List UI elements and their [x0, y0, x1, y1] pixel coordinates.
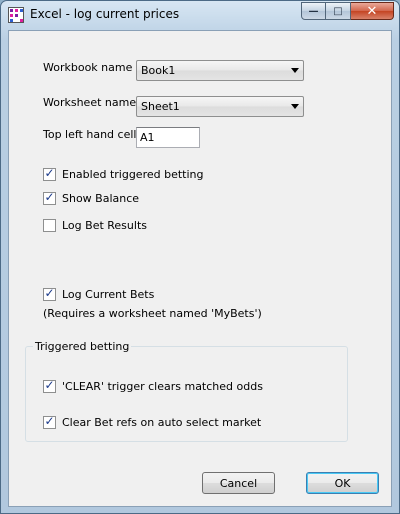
chevron-down-icon [291, 104, 299, 109]
show-balance-label[interactable]: Show Balance [62, 192, 139, 205]
check-icon: ✓ [44, 286, 55, 300]
enabled-triggered-label[interactable]: Enabled triggered betting [62, 168, 204, 181]
log-current-bets-label[interactable]: Log Current Bets [62, 288, 154, 301]
check-icon: ✓ [44, 190, 55, 204]
maximize-button[interactable]: □ [326, 2, 351, 20]
title-bar[interactable]: Excel - log current prices — □ ✕ [1, 1, 399, 29]
window-title: Excel - log current prices [30, 7, 180, 21]
triggered-betting-group-title: Triggered betting [33, 340, 132, 353]
close-button[interactable]: ✕ [351, 2, 394, 20]
cell-label: Top left hand cell [43, 128, 137, 141]
ok-button[interactable]: OK [306, 472, 379, 494]
clear-trigger-checkbox[interactable]: ✓ [43, 378, 56, 393]
maximize-icon: □ [333, 5, 343, 17]
close-icon: ✕ [366, 3, 378, 19]
window-controls: — □ ✕ [301, 2, 394, 20]
log-bet-results-checkbox[interactable] [43, 219, 56, 232]
cell-input[interactable]: A1 [136, 127, 200, 148]
worksheet-select[interactable]: Sheet1 [136, 96, 304, 117]
chevron-down-icon [291, 68, 299, 73]
worksheet-value: Sheet1 [141, 100, 180, 113]
clear-bet-refs-checkbox[interactable]: ✓ [43, 414, 56, 429]
worksheet-label: Worksheet name [43, 96, 137, 109]
cancel-button[interactable]: Cancel [202, 472, 275, 494]
enabled-triggered-checkbox[interactable]: ✓ [43, 166, 56, 181]
check-icon: ✓ [44, 378, 55, 392]
workbook-value: Book1 [141, 64, 176, 77]
log-current-bets-note: (Requires a worksheet named 'MyBets') [43, 307, 262, 320]
cancel-button-label: Cancel [219, 476, 258, 490]
log-bet-results-label[interactable]: Log Bet Results [62, 219, 147, 232]
minimize-button[interactable]: — [301, 2, 326, 20]
workbook-select[interactable]: Book1 [136, 60, 304, 81]
workbook-label: Workbook name [43, 61, 133, 74]
check-icon: ✓ [44, 166, 55, 180]
clear-trigger-label[interactable]: 'CLEAR' trigger clears matched odds [62, 380, 263, 393]
cell-value: A1 [140, 131, 155, 144]
clear-bet-refs-label[interactable]: Clear Bet refs on auto select market [62, 416, 261, 429]
show-balance-checkbox[interactable]: ✓ [43, 190, 56, 205]
log-current-bets-checkbox[interactable]: ✓ [43, 286, 56, 301]
app-icon[interactable] [8, 7, 24, 23]
check-icon: ✓ [44, 414, 55, 428]
minimize-icon: — [308, 5, 319, 17]
ok-button-label: OK [334, 476, 351, 490]
